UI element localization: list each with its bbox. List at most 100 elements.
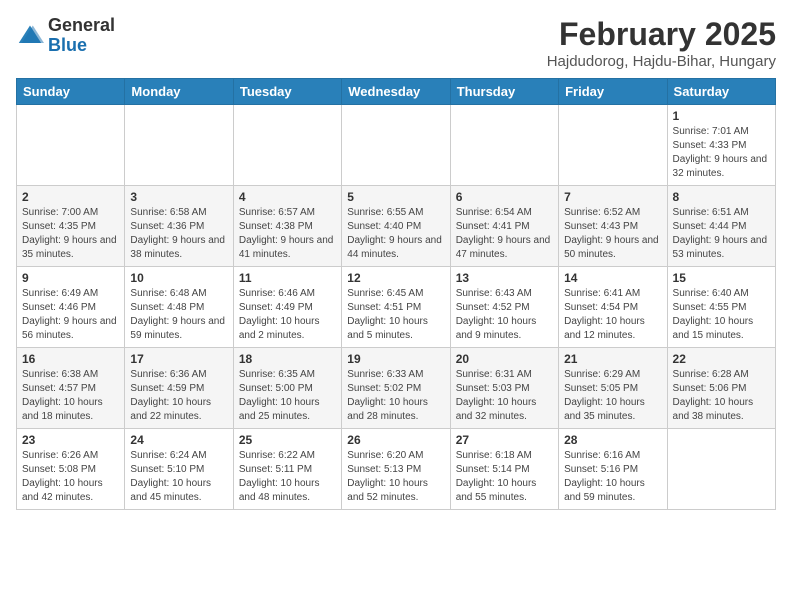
calendar-cell: 15 Sunrise: 6:40 AM Sunset: 4:55 PM Dayli…	[667, 267, 775, 348]
day-number: 3	[130, 190, 227, 204]
day-info: Sunrise: 6:51 AM Sunset: 4:44 PM Dayligh…	[673, 206, 770, 262]
calendar-cell	[125, 105, 233, 186]
day-number: 7	[564, 190, 661, 204]
week-row-2: 2Sunrise: 7:00 AM Sunset: 4:35 PM Daylig…	[17, 186, 776, 267]
day-info: Sunrise: 6:54 AM Sunset: 4:41 PM Dayligh…	[456, 206, 553, 262]
calendar-cell: 9 Sunrise: 6:49 AM Sunset: 4:46 PM Daylig…	[17, 267, 125, 348]
day-number: 26	[347, 433, 444, 447]
day-number: 21	[564, 352, 661, 366]
weekday-header-tuesday: Tuesday	[233, 79, 341, 105]
day-info: Sunrise: 6:48 AM Sunset: 4:48 PM Dayligh…	[130, 287, 227, 343]
calendar-cell: 26 Sunrise: 6:20 AM Sunset: 5:13 PM Dayli…	[342, 429, 450, 510]
calendar-cell: 23 Sunrise: 6:26 AM Sunset: 5:08 PM Dayli…	[17, 429, 125, 510]
day-info: Sunrise: 6:22 AM Sunset: 5:11 PM Dayligh…	[239, 449, 336, 505]
calendar-cell: 5 Sunrise: 6:55 AM Sunset: 4:40 PM Daylig…	[342, 186, 450, 267]
calendar-cell: 12 Sunrise: 6:45 AM Sunset: 4:51 PM Dayli…	[342, 267, 450, 348]
day-info: Sunrise: 6:16 AM Sunset: 5:16 PM Dayligh…	[564, 449, 661, 505]
day-number: 27	[456, 433, 553, 447]
day-number: 17	[130, 352, 227, 366]
day-number: 12	[347, 271, 444, 285]
calendar-cell	[559, 105, 667, 186]
calendar-cell: 22 Sunrise: 6:28 AM Sunset: 5:06 PM Dayli…	[667, 348, 775, 429]
week-row-4: 16 Sunrise: 6:38 AM Sunset: 4:57 PM Dayli…	[17, 348, 776, 429]
day-number: 13	[456, 271, 553, 285]
month-title: February 2025	[547, 16, 776, 53]
calendar-cell	[342, 105, 450, 186]
day-info: Sunrise: 6:45 AM Sunset: 4:51 PM Dayligh…	[347, 287, 444, 343]
weekday-header-thursday: Thursday	[450, 79, 558, 105]
calendar-cell: 2Sunrise: 7:00 AM Sunset: 4:35 PM Daylig…	[17, 186, 125, 267]
calendar-cell: 28 Sunrise: 6:16 AM Sunset: 5:16 PM Dayli…	[559, 429, 667, 510]
weekday-header-saturday: Saturday	[667, 79, 775, 105]
day-info: Sunrise: 7:01 AM Sunset: 4:33 PM Dayligh…	[673, 125, 770, 181]
day-number: 24	[130, 433, 227, 447]
calendar-cell: 19 Sunrise: 6:33 AM Sunset: 5:02 PM Dayli…	[342, 348, 450, 429]
calendar-cell: 14 Sunrise: 6:41 AM Sunset: 4:54 PM Dayli…	[559, 267, 667, 348]
calendar-cell: 3 Sunrise: 6:58 AM Sunset: 4:36 PM Daylig…	[125, 186, 233, 267]
day-info: Sunrise: 6:33 AM Sunset: 5:02 PM Dayligh…	[347, 368, 444, 424]
calendar-cell: 24 Sunrise: 6:24 AM Sunset: 5:10 PM Dayli…	[125, 429, 233, 510]
calendar-cell: 25 Sunrise: 6:22 AM Sunset: 5:11 PM Dayli…	[233, 429, 341, 510]
day-number: 2	[22, 190, 119, 204]
day-number: 25	[239, 433, 336, 447]
day-info: Sunrise: 6:58 AM Sunset: 4:36 PM Dayligh…	[130, 206, 227, 262]
weekday-header-row: SundayMondayTuesdayWednesdayThursdayFrid…	[17, 79, 776, 105]
day-number: 22	[673, 352, 770, 366]
day-info: Sunrise: 6:28 AM Sunset: 5:06 PM Dayligh…	[673, 368, 770, 424]
calendar-cell	[450, 105, 558, 186]
day-info: Sunrise: 6:40 AM Sunset: 4:55 PM Dayligh…	[673, 287, 770, 343]
week-row-5: 23 Sunrise: 6:26 AM Sunset: 5:08 PM Dayli…	[17, 429, 776, 510]
calendar-cell: 13 Sunrise: 6:43 AM Sunset: 4:52 PM Dayli…	[450, 267, 558, 348]
day-info: Sunrise: 6:26 AM Sunset: 5:08 PM Dayligh…	[22, 449, 119, 505]
calendar-cell: 20 Sunrise: 6:31 AM Sunset: 5:03 PM Dayli…	[450, 348, 558, 429]
day-info: Sunrise: 6:35 AM Sunset: 5:00 PM Dayligh…	[239, 368, 336, 424]
day-info: Sunrise: 6:31 AM Sunset: 5:03 PM Dayligh…	[456, 368, 553, 424]
day-number: 11	[239, 271, 336, 285]
day-info: Sunrise: 6:36 AM Sunset: 4:59 PM Dayligh…	[130, 368, 227, 424]
day-number: 28	[564, 433, 661, 447]
day-number: 1	[673, 109, 770, 123]
logo-text: General Blue	[48, 16, 115, 56]
day-number: 14	[564, 271, 661, 285]
day-info: Sunrise: 6:20 AM Sunset: 5:13 PM Dayligh…	[347, 449, 444, 505]
weekday-header-friday: Friday	[559, 79, 667, 105]
weekday-header-wednesday: Wednesday	[342, 79, 450, 105]
calendar-cell: 4 Sunrise: 6:57 AM Sunset: 4:38 PM Daylig…	[233, 186, 341, 267]
day-info: Sunrise: 6:41 AM Sunset: 4:54 PM Dayligh…	[564, 287, 661, 343]
week-row-3: 9 Sunrise: 6:49 AM Sunset: 4:46 PM Daylig…	[17, 267, 776, 348]
day-number: 9	[22, 271, 119, 285]
calendar-cell: 7 Sunrise: 6:52 AM Sunset: 4:43 PM Daylig…	[559, 186, 667, 267]
day-number: 4	[239, 190, 336, 204]
day-info: Sunrise: 6:29 AM Sunset: 5:05 PM Dayligh…	[564, 368, 661, 424]
calendar-cell	[17, 105, 125, 186]
day-info: Sunrise: 6:38 AM Sunset: 4:57 PM Dayligh…	[22, 368, 119, 424]
day-number: 6	[456, 190, 553, 204]
day-number: 10	[130, 271, 227, 285]
day-number: 20	[456, 352, 553, 366]
page-header: General Blue February 2025 Hajdudorog, H…	[16, 16, 776, 70]
day-info: Sunrise: 6:55 AM Sunset: 4:40 PM Dayligh…	[347, 206, 444, 262]
day-info: Sunrise: 6:43 AM Sunset: 4:52 PM Dayligh…	[456, 287, 553, 343]
calendar-cell: 10 Sunrise: 6:48 AM Sunset: 4:48 PM Dayli…	[125, 267, 233, 348]
calendar-cell	[233, 105, 341, 186]
day-number: 19	[347, 352, 444, 366]
day-number: 16	[22, 352, 119, 366]
day-number: 15	[673, 271, 770, 285]
day-info: Sunrise: 6:24 AM Sunset: 5:10 PM Dayligh…	[130, 449, 227, 505]
day-info: Sunrise: 6:52 AM Sunset: 4:43 PM Dayligh…	[564, 206, 661, 262]
calendar-cell: 21 Sunrise: 6:29 AM Sunset: 5:05 PM Dayli…	[559, 348, 667, 429]
week-row-1: 1 Sunrise: 7:01 AM Sunset: 4:33 PM Daylig…	[17, 105, 776, 186]
day-info: Sunrise: 6:49 AM Sunset: 4:46 PM Dayligh…	[22, 287, 119, 343]
day-info: Sunrise: 6:18 AM Sunset: 5:14 PM Dayligh…	[456, 449, 553, 505]
day-number: 8	[673, 190, 770, 204]
calendar-cell	[667, 429, 775, 510]
day-number: 23	[22, 433, 119, 447]
logo: General Blue	[16, 16, 115, 56]
calendar-cell: 17 Sunrise: 6:36 AM Sunset: 4:59 PM Dayli…	[125, 348, 233, 429]
logo-icon	[16, 22, 44, 50]
day-info: Sunrise: 6:57 AM Sunset: 4:38 PM Dayligh…	[239, 206, 336, 262]
title-block: February 2025 Hajdudorog, Hajdu-Bihar, H…	[547, 16, 776, 70]
calendar-cell: 27 Sunrise: 6:18 AM Sunset: 5:14 PM Dayli…	[450, 429, 558, 510]
calendar-cell: 11Sunrise: 6:46 AM Sunset: 4:49 PM Dayli…	[233, 267, 341, 348]
day-number: 5	[347, 190, 444, 204]
